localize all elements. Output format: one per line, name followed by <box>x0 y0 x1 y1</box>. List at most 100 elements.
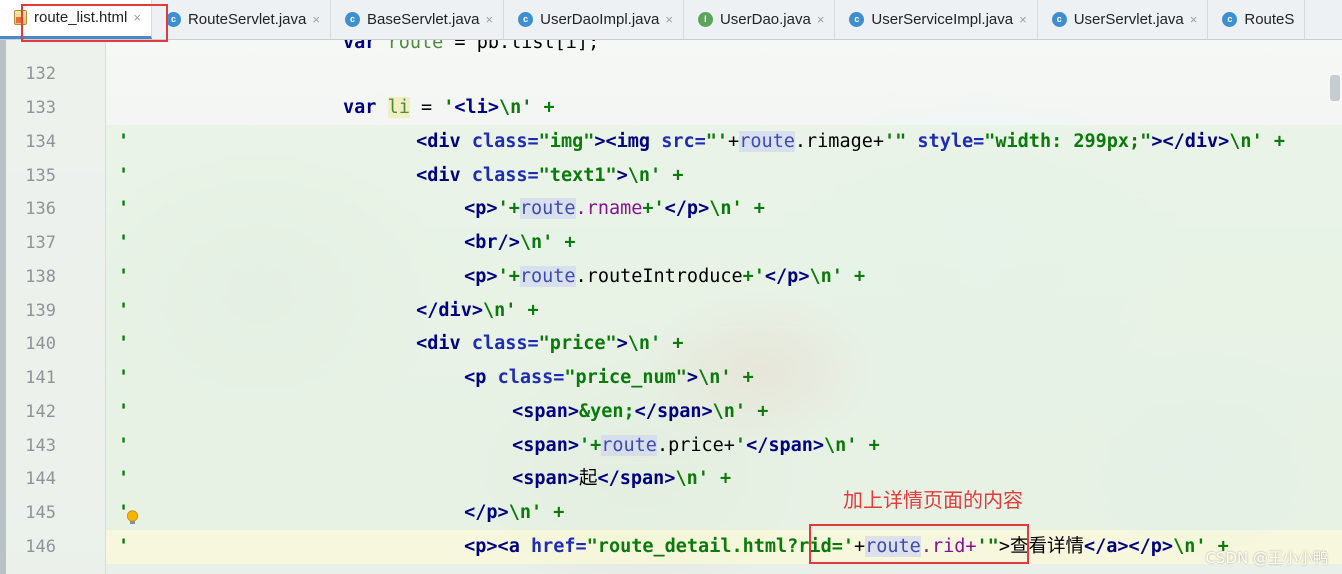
attribute: class= <box>471 165 539 186</box>
attr-value: '" <box>884 131 907 152</box>
attribute: href= <box>530 536 587 557</box>
close-icon[interactable]: × <box>1190 12 1198 27</box>
html-tag: <p><a <box>464 536 531 557</box>
variable: route <box>601 435 657 456</box>
string-end: \n' + <box>712 401 769 422</box>
operator: + <box>728 131 740 152</box>
quote: ' <box>118 401 130 422</box>
string-end: \n' + <box>627 333 684 354</box>
close-icon[interactable]: × <box>486 12 494 27</box>
html-tag: <div <box>416 333 472 354</box>
html-tag: </p> <box>764 266 810 287</box>
scrollbar-thumb[interactable] <box>1330 75 1340 101</box>
code-line-139: ' </div>\n' + <box>106 294 1342 328</box>
line-number: 138 <box>25 267 56 287</box>
tab-label: UserServiceImpl.java <box>871 10 1014 28</box>
html-tag: </span> <box>746 435 825 456</box>
line-number: 142 <box>25 402 56 422</box>
tab-label: UserServlet.java <box>1073 10 1184 28</box>
code-editor[interactable]: var route = pb.list[i]; var li = '<li>\n… <box>106 32 1342 574</box>
quote: ' <box>118 165 130 186</box>
html-tag: </div> <box>416 300 483 321</box>
html-tag: <p> <box>464 266 498 287</box>
close-icon[interactable]: × <box>817 12 825 27</box>
tab-routeservlet[interactable]: c RouteServlet.java × <box>152 0 331 39</box>
string-end: '+ <box>497 198 520 219</box>
code-line-138: ' <p>'+route.routeIntroduce+'</p>\n' + <box>106 260 1342 294</box>
line-number: 134 <box>25 132 56 152</box>
html-file-icon <box>14 10 27 25</box>
attr-value: "price" <box>538 333 617 354</box>
html-tag: <span> <box>512 435 579 456</box>
variable: li <box>387 97 410 118</box>
property: .rname <box>575 198 643 219</box>
tab-label: RouteServlet.java <box>187 10 307 28</box>
html-tag: <li> <box>454 97 499 118</box>
quote: ' <box>118 266 130 287</box>
html-tag: > <box>616 165 628 186</box>
property: .routeIntroduce <box>575 266 743 287</box>
tab-userservlet[interactable]: c UserServlet.java × <box>1038 0 1209 39</box>
keyword: var <box>343 97 388 118</box>
html-tag: <span> <box>512 401 579 422</box>
html-tag: <p <box>464 367 498 388</box>
class-icon: c <box>849 11 865 27</box>
line-number: 136 <box>25 199 56 219</box>
close-icon[interactable]: × <box>312 12 320 27</box>
tab-userdao[interactable]: I UserDao.java × <box>684 0 836 39</box>
property: .price+ <box>656 435 735 456</box>
lightbulb-icon[interactable] <box>126 510 139 526</box>
string-end: '+ <box>497 266 520 287</box>
attr-value: "' <box>705 131 729 152</box>
quote: ' <box>118 232 130 253</box>
string-end: \n' + <box>1229 131 1285 152</box>
quote: ' <box>118 468 130 489</box>
operator: + <box>853 536 866 557</box>
html-tag: </span> <box>634 401 713 422</box>
quote: ' <box>443 97 455 118</box>
line-number: 144 <box>25 469 56 489</box>
attr-value: "text1" <box>538 165 617 186</box>
code-line-145: ' </p>\n' + <box>106 496 1342 530</box>
code-line-144: ' <span>起</span>\n' + <box>106 462 1342 496</box>
close-icon[interactable]: × <box>133 10 141 25</box>
line-number: 133 <box>25 98 56 118</box>
tab-userserviceimpl[interactable]: c UserServiceImpl.java × <box>835 0 1038 39</box>
tab-label: UserDao.java <box>719 10 811 28</box>
interface-icon: I <box>697 11 713 27</box>
attr-value: "route_detail.html <box>586 536 788 557</box>
string-end: '+ <box>578 435 602 456</box>
close-icon[interactable]: × <box>1019 12 1027 27</box>
tab-routes-truncated[interactable]: c RouteS <box>1208 0 1306 39</box>
quote: ' <box>118 333 130 354</box>
code-line-133: var li = '<li>\n' + <box>106 91 1342 125</box>
string-end: \n' + <box>508 502 565 523</box>
variable: route <box>739 131 795 152</box>
escape: \n <box>498 97 522 118</box>
line-number: 141 <box>25 368 56 388</box>
code-line-137: ' <br/>\n' + <box>106 226 1342 260</box>
class-icon: c <box>344 11 360 27</box>
string-end: \n' + <box>824 435 880 456</box>
attr-value: ?rid=' <box>787 536 854 557</box>
html-tag: </a></p> <box>1083 536 1174 557</box>
close-icon[interactable]: × <box>665 12 673 27</box>
tab-baseservlet[interactable]: c BaseServlet.java × <box>331 0 505 39</box>
attribute: style= <box>906 131 985 152</box>
property: .rid+ <box>920 536 977 557</box>
quote: ' <box>118 435 130 456</box>
code-line-143: ' <span>'+route.price+'</span>\n' + <box>106 429 1342 463</box>
tab-route-list-html[interactable]: route_list.html × <box>0 0 152 39</box>
html-tag: > <box>686 367 699 388</box>
annotation-text: 加上详情页面的内容 <box>843 488 1023 512</box>
operator: = <box>409 97 444 118</box>
class-icon: c <box>518 11 534 27</box>
html-tag: <div <box>416 131 472 152</box>
attr-value: "price_num" <box>564 367 687 388</box>
tab-userdaoimpl[interactable]: c UserDaoImpl.java × <box>504 0 684 39</box>
attr-value: '" <box>976 536 999 557</box>
code-line-136: ' <p>'+route.rname+'</p>\n' + <box>106 192 1342 226</box>
string-end: \n' + <box>698 367 754 388</box>
quote: ' <box>118 131 130 152</box>
html-entity: &yen; <box>578 401 635 422</box>
